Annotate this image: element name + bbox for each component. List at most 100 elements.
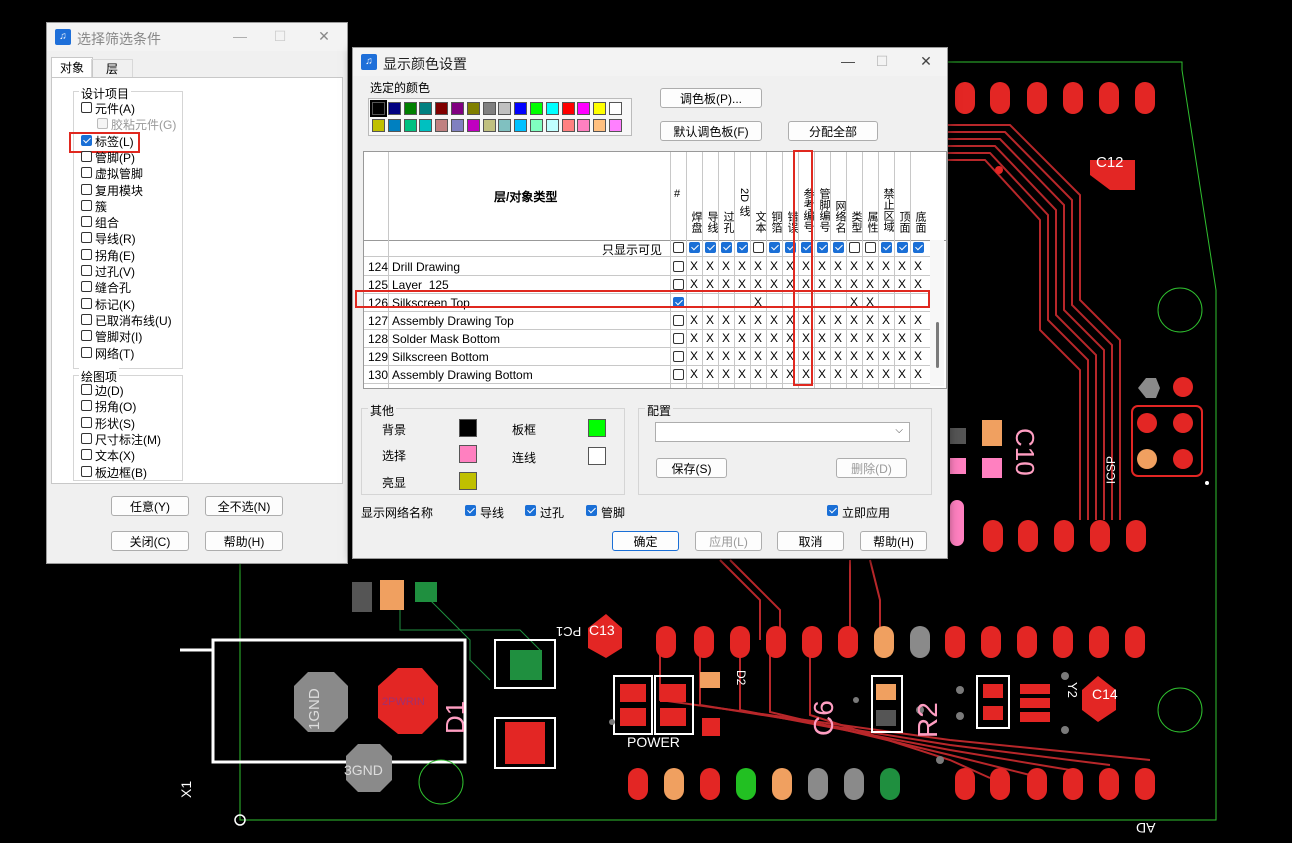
palette-color-swatch[interactable] xyxy=(387,119,401,132)
design-item-checkbox[interactable] xyxy=(97,118,108,130)
color-cell[interactable]: X xyxy=(734,313,750,327)
visible-column-checkbox[interactable] xyxy=(817,242,828,253)
color-cell[interactable]: X xyxy=(830,331,846,345)
board-frame-color-swatch[interactable] xyxy=(588,419,606,437)
apply-button[interactable]: 应用(L) xyxy=(695,531,762,551)
design-item-checkbox[interactable] xyxy=(81,199,92,211)
palette-color-swatch[interactable] xyxy=(545,102,559,115)
tab-objects[interactable]: 对象 xyxy=(51,57,93,78)
table-scroll-thumb[interactable] xyxy=(936,322,939,368)
palette-color-swatch[interactable] xyxy=(593,102,607,115)
color-cell[interactable]: X xyxy=(846,277,862,291)
color-cell[interactable]: X xyxy=(750,331,766,345)
palette-color-swatch[interactable] xyxy=(403,119,417,132)
design-item-checkbox[interactable] xyxy=(81,346,92,358)
palette-color-swatch[interactable] xyxy=(530,119,543,132)
color-cell[interactable]: X xyxy=(910,367,926,381)
delete-button[interactable]: 删除(D) xyxy=(836,458,907,478)
palette-color-swatch[interactable] xyxy=(435,102,449,115)
color-cell[interactable]: X xyxy=(766,367,782,381)
color-cell[interactable]: X xyxy=(878,259,894,273)
color-cell[interactable]: X xyxy=(862,349,878,363)
color-cell[interactable]: X xyxy=(846,367,862,381)
design-item-checkbox[interactable] xyxy=(81,167,92,179)
visible-column-checkbox[interactable] xyxy=(769,242,780,253)
design-item-checkbox[interactable] xyxy=(81,232,92,244)
drawing-item-checkbox[interactable] xyxy=(81,384,92,395)
color-cell[interactable]: X xyxy=(718,277,734,291)
palette-color-swatch[interactable] xyxy=(498,102,512,115)
color-cell[interactable]: X xyxy=(830,349,846,363)
layer-row-checkbox[interactable] xyxy=(673,261,684,272)
color-cell[interactable]: X xyxy=(718,367,734,381)
color-cell[interactable]: X xyxy=(894,313,910,327)
visible-column-checkbox[interactable] xyxy=(721,242,732,253)
color-cell[interactable]: X xyxy=(878,277,894,291)
color-cell[interactable]: X xyxy=(830,277,846,291)
color-cell[interactable]: X xyxy=(894,331,910,345)
color-cell[interactable]: X xyxy=(702,313,718,327)
color-cell[interactable]: X xyxy=(750,259,766,273)
close-icon[interactable]: ✕ xyxy=(313,26,335,46)
color-cell[interactable]: X xyxy=(846,259,862,273)
color-cell[interactable]: X xyxy=(686,313,702,327)
save-button[interactable]: 保存(S) xyxy=(656,458,727,478)
palette-color-swatch[interactable] xyxy=(498,119,512,132)
color-cell[interactable]: X xyxy=(894,259,910,273)
color-cell[interactable]: X xyxy=(734,367,750,381)
color-cell[interactable]: X xyxy=(814,349,830,363)
palette-color-swatch[interactable] xyxy=(419,119,433,132)
color-cell[interactable]: X xyxy=(910,277,926,291)
palette-color-swatch[interactable] xyxy=(435,119,449,132)
palette-color-swatch[interactable] xyxy=(451,102,464,115)
design-item-checkbox[interactable] xyxy=(81,297,92,309)
palette-button[interactable]: 调色板(P)... xyxy=(660,88,762,108)
color-cell[interactable]: X xyxy=(878,331,894,345)
select-color-swatch[interactable] xyxy=(459,445,477,463)
color-cell[interactable]: X xyxy=(750,367,766,381)
color-cell[interactable]: X xyxy=(734,331,750,345)
color-cell[interactable]: X xyxy=(814,331,830,345)
palette-color-swatch[interactable] xyxy=(609,119,622,132)
filter-dialog-titlebar[interactable]: ♫ 选择筛选条件 — ☐ ✕ xyxy=(47,23,347,51)
select-any-button[interactable]: 任意(Y) xyxy=(111,496,189,516)
color-cell[interactable]: X xyxy=(686,277,702,291)
cancel-button[interactable]: 取消 xyxy=(777,531,844,551)
ok-button[interactable]: 确定 xyxy=(612,531,679,551)
color-cell[interactable]: X xyxy=(686,349,702,363)
maximize-icon[interactable]: ☐ xyxy=(871,51,893,71)
net-name-checkbox[interactable] xyxy=(525,505,536,516)
color-cell[interactable]: X xyxy=(686,367,702,381)
color-cell[interactable]: X xyxy=(830,313,846,327)
color-cell[interactable]: X xyxy=(910,259,926,273)
layer-color-table[interactable]: 层/对象类型 # 焊盘 导线 过孔 2D 线文本 铜箔 错误 参考编号 管脚编号 网络名 类型 属性禁… xyxy=(363,151,947,389)
color-cell[interactable]: X xyxy=(750,349,766,363)
drawing-item-checkbox[interactable] xyxy=(81,416,92,428)
color-cell[interactable]: X xyxy=(878,313,894,327)
visible-only-hash-checkbox[interactable] xyxy=(673,242,684,253)
color-cell[interactable]: X xyxy=(702,277,718,291)
design-item-checkbox[interactable] xyxy=(81,150,92,162)
color-cell[interactable]: X xyxy=(702,331,718,345)
color-cell[interactable]: X xyxy=(686,259,702,273)
net-name-checkbox[interactable] xyxy=(586,505,597,516)
color-cell[interactable]: X xyxy=(718,349,734,363)
visible-column-checkbox[interactable] xyxy=(881,242,892,253)
net-name-checkbox[interactable] xyxy=(465,505,476,516)
visible-column-checkbox[interactable] xyxy=(689,242,700,253)
color-cell[interactable]: X xyxy=(910,313,926,327)
palette-color-swatch[interactable] xyxy=(530,102,543,115)
palette-color-swatch[interactable] xyxy=(577,119,591,132)
palette-color-swatch[interactable] xyxy=(514,119,528,132)
default-palette-button[interactable]: 默认调色板(F) xyxy=(660,121,762,141)
layer-row-checkbox[interactable] xyxy=(673,333,684,344)
layer-row-checkbox[interactable] xyxy=(673,315,684,326)
help-button[interactable]: 帮助(H) xyxy=(860,531,927,551)
color-cell[interactable]: X xyxy=(910,349,926,363)
color-cell[interactable]: X xyxy=(702,349,718,363)
palette-color-swatch[interactable] xyxy=(593,119,607,132)
design-item-checkbox[interactable] xyxy=(81,134,92,146)
visible-column-checkbox[interactable] xyxy=(833,242,844,253)
color-cell[interactable]: X xyxy=(766,349,782,363)
color-cell[interactable]: X xyxy=(702,367,718,381)
